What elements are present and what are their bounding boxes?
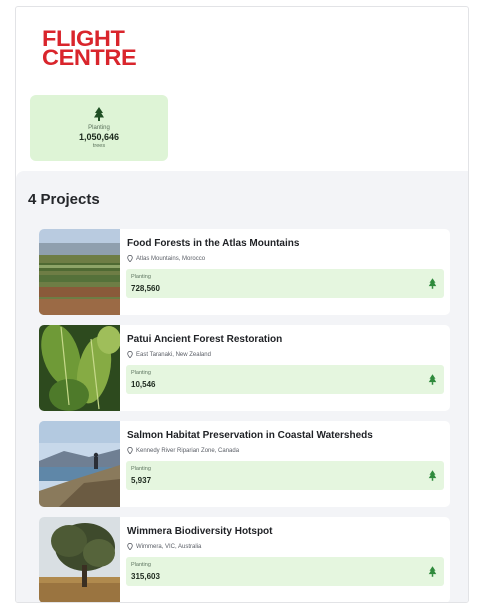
- project-name: Wimmera Biodiversity Hotspot: [127, 526, 273, 537]
- planting-value: 315,603: [131, 572, 160, 581]
- page-frame: FLIGHT CENTRE Planting 1,050,646 trees 4…: [15, 6, 469, 603]
- total-planting-label: Planting: [88, 124, 110, 131]
- green-leaves-photo: [39, 325, 120, 411]
- project-card-wimmera[interactable]: Wimmera Biodiversity Hotspot Wimmera, VI…: [39, 517, 450, 602]
- farm-fields-photo: [39, 229, 120, 315]
- project-location: Kennedy River Riparian Zone, Canada: [127, 447, 239, 454]
- projects-panel: 4 Projects Food Forests in the Atlas Mou…: [16, 171, 468, 602]
- planting-value: 10,546: [131, 380, 156, 389]
- project-name: Salmon Habitat Preservation in Coastal W…: [127, 430, 373, 441]
- flight-centre-logo[interactable]: FLIGHT CENTRE: [42, 28, 160, 70]
- project-planting-box: Planting 315,603: [126, 557, 444, 586]
- project-thumbnail: [39, 517, 120, 602]
- tree-icon: [94, 106, 104, 121]
- total-planting-card: Planting 1,050,646 trees: [30, 95, 168, 161]
- project-planting-box: Planting 10,546: [126, 365, 444, 394]
- location-pin-icon: [127, 447, 133, 454]
- project-planting-box: Planting 728,560: [126, 269, 444, 298]
- project-card-salmon[interactable]: Salmon Habitat Preservation in Coastal W…: [39, 421, 450, 507]
- tree-icon: [428, 566, 437, 577]
- planting-label: Planting: [131, 466, 151, 472]
- project-location-text: Kennedy River Riparian Zone, Canada: [136, 447, 240, 454]
- project-name: Patui Ancient Forest Restoration: [127, 334, 283, 345]
- project-location-text: Atlas Mountains, Morocco: [136, 255, 206, 262]
- project-location: East Taranaki, New Zealand: [127, 351, 211, 358]
- lone-tree-photo: [39, 517, 120, 602]
- projects-count-heading: 4 Projects: [28, 191, 100, 208]
- project-card-atlas[interactable]: Food Forests in the Atlas Mountains Atla…: [39, 229, 450, 315]
- project-planting-box: Planting 5,937: [126, 461, 444, 490]
- coastal-hiker-photo: [39, 421, 120, 507]
- total-planting-unit: trees: [92, 142, 106, 149]
- tree-icon: [428, 374, 437, 385]
- planting-label: Planting: [131, 370, 151, 376]
- location-pin-icon: [127, 255, 133, 262]
- planting-label: Planting: [131, 562, 151, 568]
- total-planting-value: 1,050,646: [78, 131, 120, 142]
- project-name: Food Forests in the Atlas Mountains: [127, 238, 300, 249]
- project-location: Wimmera, VIC, Australia: [127, 543, 201, 550]
- project-location: Atlas Mountains, Morocco: [127, 255, 205, 262]
- tree-icon: [428, 278, 437, 289]
- planting-label: Planting: [131, 274, 151, 280]
- tree-icon: [428, 470, 437, 481]
- location-pin-icon: [127, 543, 133, 550]
- project-location-text: East Taranaki, New Zealand: [136, 351, 211, 358]
- project-card-patui[interactable]: Patui Ancient Forest Restoration East Ta…: [39, 325, 450, 411]
- project-location-text: Wimmera, VIC, Australia: [136, 543, 202, 550]
- location-pin-icon: [127, 351, 133, 358]
- planting-value: 5,937: [131, 476, 152, 485]
- planting-value: 728,560: [131, 284, 160, 293]
- project-thumbnail: [39, 229, 120, 315]
- project-thumbnail: [39, 421, 120, 507]
- project-thumbnail: [39, 325, 120, 411]
- logo-line-2: CENTRE: [42, 45, 137, 70]
